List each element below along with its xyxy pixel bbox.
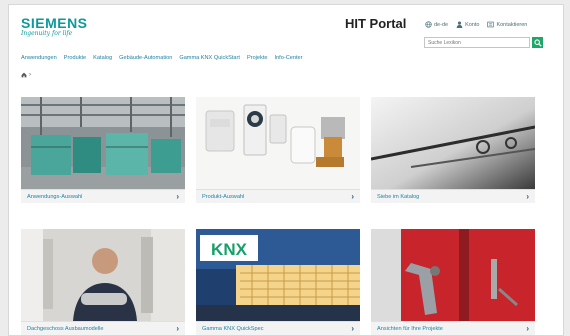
chevron-right-icon: › <box>176 324 179 333</box>
tile-label: Dachgeschoss Ausbaumodelle <box>27 325 104 332</box>
nav-item-info-center[interactable]: Info-Center <box>275 55 303 61</box>
nav-item-building-automation[interactable]: Gebäude-Automation <box>119 55 172 61</box>
page: SIEMENS Ingenuity for life HIT Portal de… <box>8 4 564 336</box>
tile-bar: Anwendungs-Auswahl › <box>21 189 185 203</box>
brand-slogan: Ingenuity for life <box>21 30 73 37</box>
nav-item-applications[interactable]: Anwendungen <box>21 55 57 61</box>
tile-projects[interactable]: Ansichten für Ihre Projekte › <box>371 229 535 335</box>
nav-item-gamma-knx[interactable]: Gamma KNX QuickStart <box>179 55 240 61</box>
tile-image-products <box>196 97 360 189</box>
contact-link[interactable]: Kontaktieren <box>487 21 527 28</box>
nav-item-products[interactable]: Produkte <box>64 55 86 61</box>
siemens-logo[interactable]: SIEMENS Ingenuity for life <box>21 15 88 37</box>
tile-gamma-knx[interactable]: KNX Gamma KNX QuickSpec › <box>196 229 360 335</box>
chevron-right-icon: › <box>351 192 354 201</box>
tile-insulation[interactable]: Dachgeschoss Ausbaumodelle › <box>21 229 185 335</box>
brand-name: SIEMENS <box>21 15 88 31</box>
tile-label: Gamma KNX QuickSpec <box>202 325 264 332</box>
globe-icon <box>425 21 432 28</box>
tile-label: Anwendungs-Auswahl <box>27 193 83 200</box>
chevron-right-icon: › <box>351 324 354 333</box>
contact-label: Kontaktieren <box>496 21 528 28</box>
chevron-right-icon: › <box>526 192 529 201</box>
main-navigation: Anwendungen Produkte Katalog Gebäude-Aut… <box>21 55 302 61</box>
tile-bar: Gamma KNX QuickSpec › <box>196 321 360 335</box>
chevron-right-icon: › <box>526 324 529 333</box>
user-icon <box>456 21 463 28</box>
account-label: Konto <box>465 21 480 28</box>
tile-image-red-handle <box>371 229 535 321</box>
breadcrumb-separator: › <box>29 72 31 78</box>
chevron-right-icon: › <box>176 192 179 201</box>
search-button[interactable] <box>532 37 543 48</box>
tile-image-catalog <box>371 97 535 189</box>
tile-products[interactable]: Produkt-Auswahl › <box>196 97 360 203</box>
tile-bar: Siebe im Katalog › <box>371 189 535 203</box>
nav-item-catalog[interactable]: Katalog <box>93 55 112 61</box>
language-selector[interactable]: de-de <box>425 21 448 28</box>
tile-image-worker <box>21 229 185 321</box>
tile-catalog[interactable]: Siebe im Katalog › <box>371 97 535 203</box>
search-icon <box>533 38 542 47</box>
tile-applications[interactable]: Anwendungs-Auswahl › <box>21 97 185 203</box>
language-label: de-de <box>434 21 449 28</box>
tile-bar: Ansichten für Ihre Projekte › <box>371 321 535 335</box>
tile-label: Ansichten für Ihre Projekte <box>377 325 443 332</box>
knx-logo-text: KNX <box>211 240 248 259</box>
search-input[interactable] <box>424 37 530 48</box>
contact-icon <box>487 21 495 28</box>
tile-image-knx-building: KNX <box>196 229 360 321</box>
utility-links: de-de Konto Kontaktieren <box>425 21 527 28</box>
home-icon[interactable] <box>21 72 27 78</box>
account-link[interactable]: Konto <box>456 21 479 28</box>
breadcrumb: › <box>21 72 31 78</box>
tile-bar: Produkt-Auswahl › <box>196 189 360 203</box>
tile-label: Siebe im Katalog <box>377 193 420 200</box>
nav-item-projects[interactable]: Projekte <box>247 55 268 61</box>
tile-label: Produkt-Auswahl <box>202 193 245 200</box>
search-bar <box>424 37 543 48</box>
tile-bar: Dachgeschoss Ausbaumodelle › <box>21 321 185 335</box>
portal-title: HIT Portal <box>345 16 407 31</box>
tile-image-machinery <box>21 97 185 189</box>
